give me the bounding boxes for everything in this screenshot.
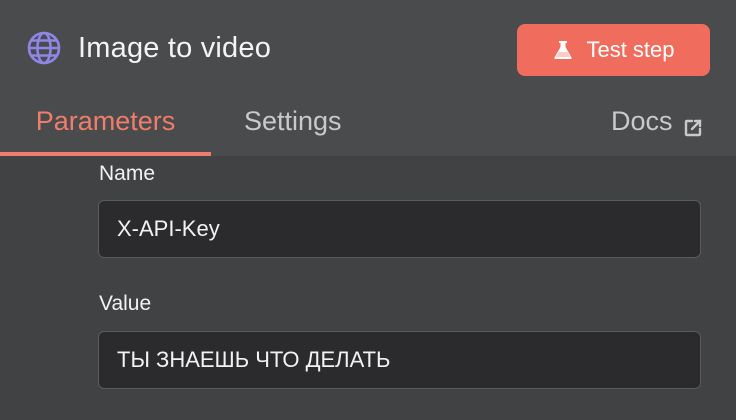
docs-label: Docs [611,106,673,136]
docs-link[interactable]: Docs [611,100,703,156]
test-step-button[interactable]: Test step [517,24,710,76]
title-row: Image to video [26,26,271,70]
globe-icon [26,30,62,66]
test-step-label: Test step [586,37,675,62]
tab-settings[interactable]: Settings [244,100,342,156]
node-header: Image to video Test step Parameters Sett… [0,0,736,156]
tab-bar: Parameters Settings Docs [0,100,736,156]
value-label: Value [99,292,152,315]
node-title: Image to video [78,31,272,64]
external-link-icon [683,114,703,137]
name-label: Name [99,162,156,185]
flask-icon [552,39,574,61]
value-input[interactable] [98,331,701,389]
tab-settings-label: Settings [244,106,342,136]
name-input[interactable] [98,200,701,258]
tab-parameters[interactable]: Parameters [0,100,211,156]
tab-parameters-label: Parameters [35,106,176,136]
